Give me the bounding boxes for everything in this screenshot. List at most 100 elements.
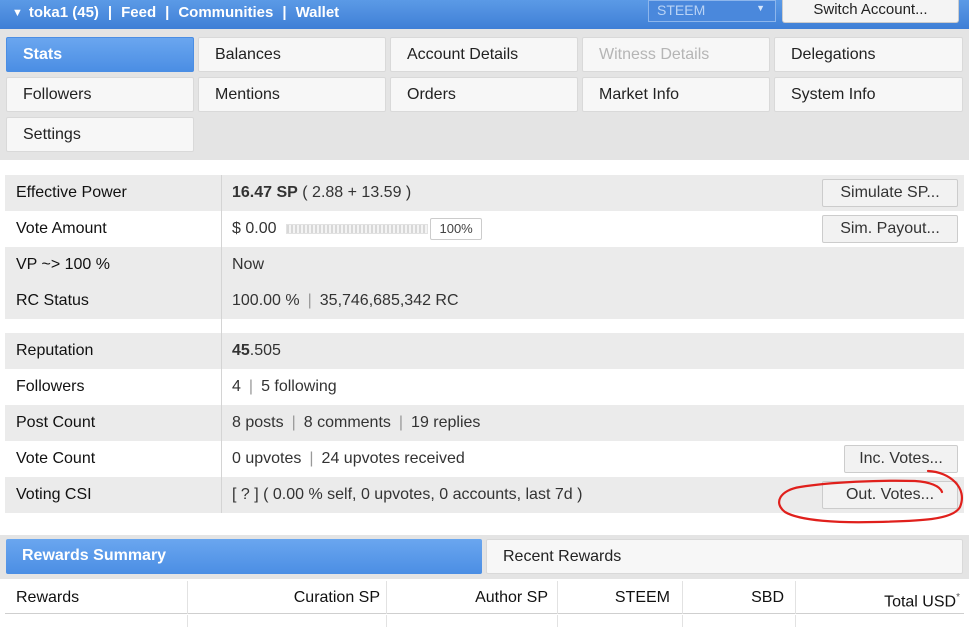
tab-recent-rewards[interactable]: Recent Rewards — [486, 539, 963, 574]
voting-csi-value: [ ? ] ( 0.00 % self, 0 upvotes, 0 accoun… — [232, 486, 583, 503]
column-divider — [795, 581, 796, 614]
upvotes-received: 24 upvotes received — [321, 450, 465, 467]
column-divider — [221, 333, 222, 369]
separator: | — [307, 292, 312, 309]
simulate-sp-button[interactable]: Simulate SP... — [822, 179, 958, 207]
effective-power-breakdown: ( 2.88 + 13.59 ) — [297, 184, 412, 201]
column-header-curation-sp: Curation SP — [293, 589, 380, 606]
posts-count: 8 posts — [232, 414, 284, 431]
top-bar: ▼ toka1 (45) | Feed | Communities | Wall… — [0, 0, 969, 29]
stats-row-vote-amount: Vote Amount $ 0.00 100% Sim. Payout... — [5, 211, 964, 247]
separator: | — [309, 450, 314, 467]
separator: | — [248, 378, 254, 395]
tab-orders[interactable]: Orders — [390, 77, 578, 112]
dropdown-arrow-icon: ▼ — [756, 3, 765, 13]
tab-followers[interactable]: Followers — [6, 77, 194, 112]
vp-value: Now — [232, 256, 265, 273]
column-header-total-usd: Total USD* — [884, 581, 960, 614]
column-divider — [221, 477, 222, 513]
column-divider — [557, 615, 558, 627]
nav-separator: | — [165, 4, 170, 21]
tabs-panel: Stats Balances Account Details Witness D… — [0, 29, 969, 160]
column-divider — [795, 615, 796, 627]
outgoing-votes-button[interactable]: Out. Votes... — [822, 481, 958, 509]
column-divider — [221, 369, 222, 405]
column-header-sbd: SBD — [751, 589, 784, 606]
reputation-integer: 45 — [232, 342, 250, 359]
row-label: VP ~> 100 % — [16, 256, 110, 273]
switch-account-button[interactable]: Switch Account... — [782, 0, 959, 23]
rc-amount: 35,746,685,342 RC — [319, 292, 459, 309]
row-label: Reputation — [16, 342, 94, 359]
replies-count: 19 replies — [411, 414, 481, 431]
row-label: Vote Count — [16, 450, 96, 467]
tab-rewards-summary[interactable]: Rewards Summary — [6, 539, 482, 574]
tab-mentions[interactable]: Mentions — [198, 77, 386, 112]
reputation-value: 45 .505 — [232, 333, 281, 369]
stats-row-vp: VP ~> 100 % Now — [5, 247, 964, 283]
rc-percent: 100.00 % — [232, 292, 300, 309]
account-menu[interactable]: toka1 (45) — [29, 4, 99, 21]
stats-spacer-row — [5, 319, 964, 333]
tab-balances[interactable]: Balances — [198, 37, 386, 72]
column-divider — [221, 247, 222, 283]
post-count-value: 8 posts | 8 comments | 19 replies — [232, 405, 480, 441]
stats-row-voting-csi: Voting CSI [ ? ] ( 0.00 % self, 0 upvote… — [5, 477, 964, 513]
separator: | — [291, 414, 296, 431]
chain-select-value: STEEM — [657, 2, 706, 18]
vote-weight-slider[interactable] — [286, 224, 429, 234]
column-header-author-sp: Author SP — [475, 589, 548, 606]
nav-separator: | — [282, 4, 287, 21]
nav-communities[interactable]: Communities — [178, 4, 273, 21]
column-divider — [187, 615, 188, 627]
tab-witness-details: Witness Details — [582, 37, 770, 72]
column-divider — [221, 319, 222, 333]
footnote-marker: * — [956, 592, 960, 603]
column-divider — [187, 581, 188, 614]
tab-delegations[interactable]: Delegations — [774, 37, 963, 72]
column-header-steem: STEEM — [614, 589, 670, 606]
chain-select[interactable]: STEEM ▼ — [648, 0, 776, 22]
row-label: Followers — [16, 378, 85, 395]
effective-power-sp: 16.47 SP — [232, 184, 298, 201]
vote-count-value: 0 upvotes | 24 upvotes received — [232, 441, 465, 477]
column-divider — [221, 211, 222, 247]
nav-feed[interactable]: Feed — [121, 4, 156, 21]
separator: | — [398, 414, 404, 431]
column-divider — [682, 581, 683, 614]
rc-status-value: 100.00 % | 35,746,685,342 RC — [232, 283, 459, 319]
sim-payout-button[interactable]: Sim. Payout... — [822, 215, 958, 243]
following-count: 5 following — [261, 378, 337, 395]
column-divider — [221, 441, 222, 477]
row-label: Post Count — [16, 414, 96, 431]
followers-count: 4 — [232, 378, 241, 395]
tab-account-details[interactable]: Account Details — [390, 37, 578, 72]
stats-row-vote-count: Vote Count 0 upvotes | 24 upvotes receiv… — [5, 441, 964, 477]
tab-settings[interactable]: Settings — [6, 117, 194, 152]
vote-amount-value: $ 0.00 100% — [232, 211, 482, 247]
stats-row-reputation: Reputation 45 .505 — [5, 333, 964, 369]
tab-system-info[interactable]: System Info — [774, 77, 963, 112]
stats-row-rc-status: RC Status 100.00 % | 35,746,685,342 RC — [5, 283, 964, 319]
rewards-table-header: Rewards Curation SP Author SP STEEM SBD … — [5, 581, 964, 614]
column-divider — [221, 283, 222, 319]
upvotes-count: 0 upvotes — [232, 450, 302, 467]
followers-value: 4 | 5 following — [232, 369, 337, 405]
column-header-rewards: Rewards — [16, 589, 80, 606]
nav-wallet[interactable]: Wallet — [296, 4, 340, 21]
tab-stats[interactable]: Stats — [6, 37, 194, 72]
column-divider — [682, 615, 683, 627]
row-label: RC Status — [16, 292, 89, 309]
stats-row-post-count: Post Count 8 posts | 8 comments | 19 rep… — [5, 405, 964, 441]
incoming-votes-button[interactable]: Inc. Votes... — [844, 445, 958, 473]
caret-down-icon[interactable]: ▼ — [12, 7, 23, 19]
stats-row-followers: Followers 4 | 5 following — [5, 369, 964, 405]
column-divider — [221, 405, 222, 441]
column-divider — [221, 175, 222, 211]
vote-weight-input[interactable]: 100% — [430, 218, 482, 240]
tab-market-info[interactable]: Market Info — [582, 77, 770, 112]
row-label: Vote Amount — [16, 220, 107, 237]
rewards-table-body — [5, 615, 964, 627]
rewards-tabs-panel: Rewards Summary Recent Rewards — [0, 535, 969, 579]
effective-power-value: 16.47 SP ( 2.88 + 13.59 ) — [232, 175, 411, 211]
